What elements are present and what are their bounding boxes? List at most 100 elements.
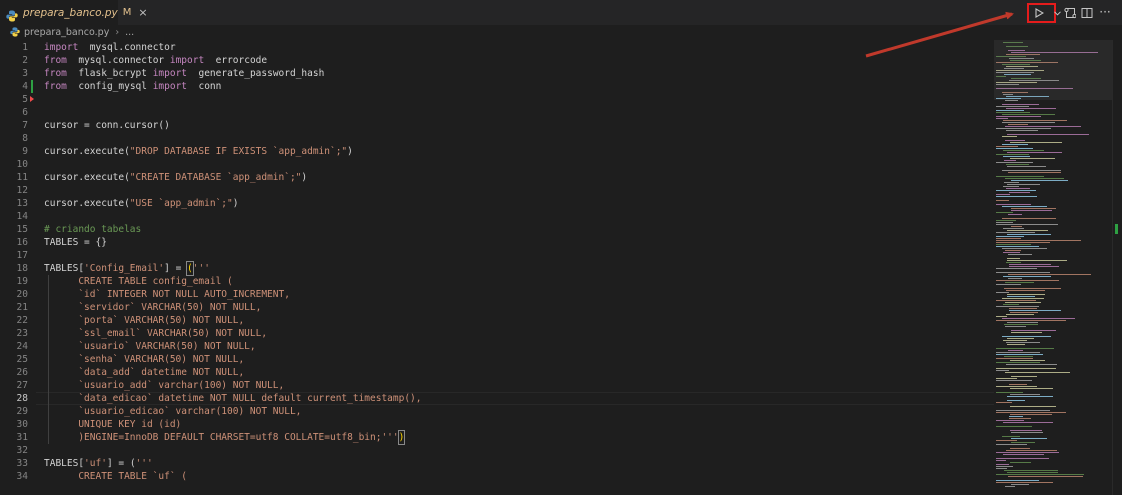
minimap-line xyxy=(1008,172,1061,173)
git-deleted-marker[interactable] xyxy=(30,96,34,102)
minimap-line xyxy=(996,196,1037,197)
code-line[interactable]: 9 cursor.execute("DROP DATABASE IF EXISTS… xyxy=(0,145,994,158)
code-line[interactable]: 28 `data_edicao` datetime NOT NULL defau… xyxy=(0,392,994,405)
code-line[interactable]: 14 xyxy=(0,210,994,223)
code-token: ) xyxy=(347,146,353,157)
code-token: UNIQUE KEY id (id) xyxy=(44,419,182,430)
code-line[interactable]: 3 from flask_bcrypt import generate_passw… xyxy=(0,67,994,80)
code-token: import xyxy=(152,81,193,92)
code-line[interactable]: 26 `data_add` datetime NOT NULL, xyxy=(0,366,994,379)
minimap-line xyxy=(1006,364,1057,365)
minimap-line xyxy=(1002,298,1044,299)
open-changes-icon[interactable] xyxy=(1061,4,1079,22)
code-line[interactable]: 22 `porta` VARCHAR(50) NOT NULL, xyxy=(0,314,994,327)
minimap-line xyxy=(996,480,1039,481)
code-line[interactable]: 11 cursor.execute("CREATE DATABASE `app_a… xyxy=(0,171,994,184)
vertical-scrollbar[interactable] xyxy=(1112,40,1122,495)
code-line[interactable]: 25 `senha` VARCHAR(50) NOT NULL, xyxy=(0,353,994,366)
minimap-line xyxy=(1004,288,1061,289)
code-line[interactable]: 32 xyxy=(0,444,994,457)
minimap-line xyxy=(996,236,1024,237)
line-number: 26 xyxy=(16,367,28,378)
code-line[interactable]: 10 xyxy=(0,158,994,171)
minimap-line xyxy=(996,268,1037,269)
code-line[interactable]: 30 UNIQUE KEY id (id) xyxy=(0,418,994,431)
minimap-line xyxy=(1007,260,1067,261)
line-number: 6 xyxy=(22,107,28,118)
code-line[interactable]: 6 xyxy=(0,106,994,119)
code-token: from xyxy=(44,68,73,79)
code-text: `data_edicao` datetime NOT NULL default … xyxy=(44,392,421,405)
code-token: ''' xyxy=(192,263,210,274)
code-editor[interactable]: 1 import mysql.connector 2 from mysql.conne… xyxy=(0,40,994,495)
code-token: mysql.connector xyxy=(89,42,176,53)
code-token: CREATE TABLE config_email ( xyxy=(44,276,233,287)
split-editor-icon[interactable] xyxy=(1078,4,1096,22)
code-line[interactable]: 27 `usuario_add` varchar(100) NOT NULL, xyxy=(0,379,994,392)
editor-tab[interactable]: prepara_banco.py M × xyxy=(0,0,148,25)
code-text: import mysql.connector xyxy=(44,41,176,54)
minimap-line xyxy=(996,148,1033,149)
minimap[interactable] xyxy=(994,40,1112,495)
code-line[interactable]: 24 `usuario` VARCHAR(50) NOT NULL, xyxy=(0,340,994,353)
breadcrumb-symbols[interactable]: ... xyxy=(125,27,134,38)
code-line[interactable]: 17 xyxy=(0,249,994,262)
minimap-line xyxy=(1002,318,1075,319)
code-line[interactable]: 4 from config_mysql import conn xyxy=(0,80,994,93)
minimap-line xyxy=(1002,114,1055,115)
minimap-line xyxy=(1007,294,1045,295)
code-line[interactable]: 13 cursor.execute("USE `app_admin`;") xyxy=(0,197,994,210)
code-line[interactable]: 5 xyxy=(0,93,994,106)
code-line[interactable]: 19 CREATE TABLE config_email ( xyxy=(0,275,994,288)
minimap-line xyxy=(996,190,1036,191)
code-line[interactable]: 18 TABLES['Config_Email'] = (''' xyxy=(0,261,994,276)
line-number: 25 xyxy=(16,354,28,365)
minimap-line xyxy=(996,146,1018,147)
line-number: 12 xyxy=(16,185,28,196)
code-line[interactable]: 1 import mysql.connector xyxy=(0,41,994,54)
tab-close-icon[interactable]: × xyxy=(138,6,147,19)
minimap-line xyxy=(1010,142,1062,143)
code-line[interactable]: 33 TABLES['uf'] = (''' xyxy=(0,457,994,470)
code-line[interactable]: 16 TABLES = {} xyxy=(0,236,994,249)
minimap-line xyxy=(1004,160,1016,161)
play-icon xyxy=(1035,8,1044,18)
more-actions-icon[interactable]: ··· xyxy=(1096,3,1114,21)
minimap-line xyxy=(1011,376,1037,377)
breadcrumb-file[interactable]: prepara_banco.py xyxy=(24,27,109,38)
line-number: 18 xyxy=(16,263,28,274)
minimap-line xyxy=(1007,396,1053,397)
minimap-line xyxy=(1002,436,1020,437)
code-token: cursor.execute( xyxy=(44,198,130,209)
minimap-line xyxy=(1010,406,1056,407)
code-text: `servidor` VARCHAR(50) NOT NULL, xyxy=(44,301,261,314)
code-line[interactable]: 34 CREATE TABLE `uf` ( xyxy=(0,470,994,483)
code-line[interactable]: 12 xyxy=(0,184,994,197)
minimap-line xyxy=(1010,448,1030,449)
minimap-line xyxy=(1009,384,1027,385)
minimap-viewport[interactable] xyxy=(994,40,1112,100)
code-text: CREATE TABLE `uf` ( xyxy=(44,470,187,483)
code-line[interactable]: 2 from mysql.connector import errorcode xyxy=(0,54,994,67)
minimap-line xyxy=(996,112,1030,113)
code-line[interactable]: 23 `ssl_email` VARCHAR(50) NOT NULL, xyxy=(0,327,994,340)
git-modified-marker[interactable] xyxy=(31,80,33,93)
code-text: cursor = conn.cursor() xyxy=(44,119,170,132)
code-line[interactable]: 8 xyxy=(0,132,994,145)
code-line[interactable]: 20 `id` INTEGER NOT NULL AUTO_INCREMENT, xyxy=(0,288,994,301)
minimap-line xyxy=(1003,454,1044,455)
minimap-line xyxy=(996,232,1035,233)
minimap-line xyxy=(1009,192,1030,193)
minimap-line xyxy=(996,220,1016,221)
code-line[interactable]: 21 `servidor` VARCHAR(50) NOT NULL, xyxy=(0,301,994,314)
code-text: cursor.execute("CREATE DATABASE `app_adm… xyxy=(44,171,307,184)
minimap-line xyxy=(996,244,1031,245)
code-line[interactable]: 7 cursor = conn.cursor() xyxy=(0,119,994,132)
code-line[interactable]: 15 # criando tabelas xyxy=(0,223,994,236)
minimap-line xyxy=(1005,302,1041,303)
minimap-line xyxy=(996,348,1054,349)
code-line[interactable]: 29 `usuario_edicao` varchar(100) NOT NUL… xyxy=(0,405,994,418)
minimap-line xyxy=(996,306,1039,307)
code-line[interactable]: 31 )ENGINE=InnoDB DEFAULT CHARSET=utf8 C… xyxy=(0,430,994,445)
breadcrumb-chevron-icon: › xyxy=(115,26,120,38)
